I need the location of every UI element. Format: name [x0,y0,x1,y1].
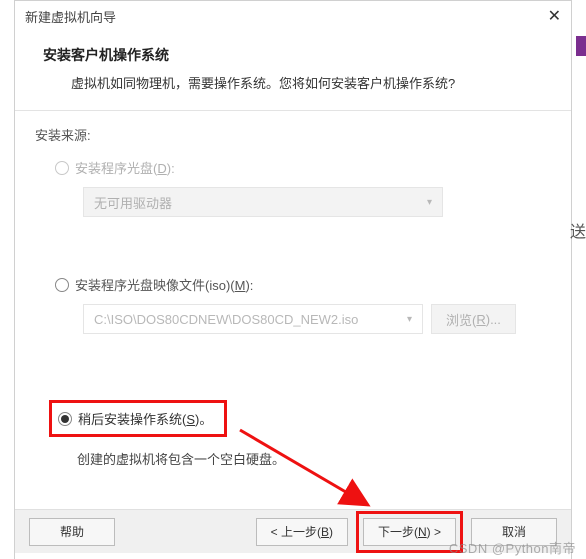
radio-iso[interactable]: 安装程序光盘映像文件(iso)(M): [55,275,551,294]
cancel-button[interactable]: 取消 [471,518,557,546]
radio-icon [58,412,72,426]
disc-select-box[interactable]: 无可用驱动器 ▾ [83,187,443,217]
later-label: 稍后安装操作系统(S)。 [78,409,212,428]
chevron-down-icon: ▾ [427,197,432,208]
header-subtitle: 虚拟机如同物理机，需要操作系统。您将如何安装客户机操作系统? [71,73,543,92]
disc-drive-select[interactable]: 无可用驱动器 ▾ [83,187,551,217]
spacer [35,344,551,400]
radio-icon [55,161,69,175]
iso-path-input[interactable]: C:\ISO\DOS80CDNEW\DOS80CD_NEW2.iso ▾ [83,304,423,334]
chevron-down-icon: ▾ [407,314,412,325]
iso-path-value: C:\ISO\DOS80CDNEW\DOS80CD_NEW2.iso [94,312,358,327]
option-iso: 安装程序光盘映像文件(iso)(M): C:\ISO\DOS80CDNEW\DO… [35,275,551,334]
option-disc: 安装程序光盘(D): 无可用驱动器 ▾ [35,158,551,217]
header-title: 安装客户机操作系统 [43,45,543,65]
later-hint: 创建的虚拟机将包含一个空白硬盘。 [77,449,551,468]
iso-path-row: C:\ISO\DOS80CDNEW\DOS80CD_NEW2.iso ▾ 浏览(… [83,304,551,334]
iso-label: 安装程序光盘映像文件(iso)(M): [75,275,253,294]
disc-select-value: 无可用驱动器 [94,193,172,212]
back-button[interactable]: < 上一步(B) [256,518,348,546]
wizard-header: 安装客户机操作系统 虚拟机如同物理机，需要操作系统。您将如何安装客户机操作系统? [15,31,571,110]
next-button[interactable]: 下一步(N) > [363,518,456,546]
radio-disc[interactable]: 安装程序光盘(D): [55,158,551,177]
source-label: 安装来源: [35,125,551,144]
wizard-body: 安装来源: 安装程序光盘(D): 无可用驱动器 ▾ 安装程 [15,111,571,468]
window-title: 新建虚拟机向导 [25,7,116,26]
radio-icon [55,278,69,292]
edge-text: 送 [570,218,586,242]
option-later: 稍后安装操作系统(S)。 创建的虚拟机将包含一个空白硬盘。 [35,400,551,468]
close-icon[interactable]: ✕ [548,6,561,26]
highlight-box-later: 稍后安装操作系统(S)。 [49,400,227,437]
browse-button[interactable]: 浏览(R)... [431,304,516,334]
spacer [35,227,551,275]
edge-bar [576,36,586,56]
help-button[interactable]: 帮助 [29,518,115,546]
highlight-box-next: 下一步(N) > [356,511,463,553]
titlebar: 新建虚拟机向导 ✕ [15,1,571,31]
wizard-dialog: 新建虚拟机向导 ✕ 安装客户机操作系统 虚拟机如同物理机，需要操作系统。您将如何… [14,0,572,559]
radio-later[interactable]: 稍后安装操作系统(S)。 [58,409,212,428]
wizard-footer: 帮助 < 上一步(B) 下一步(N) > 取消 [15,509,571,553]
disc-label: 安装程序光盘(D): [75,158,175,177]
